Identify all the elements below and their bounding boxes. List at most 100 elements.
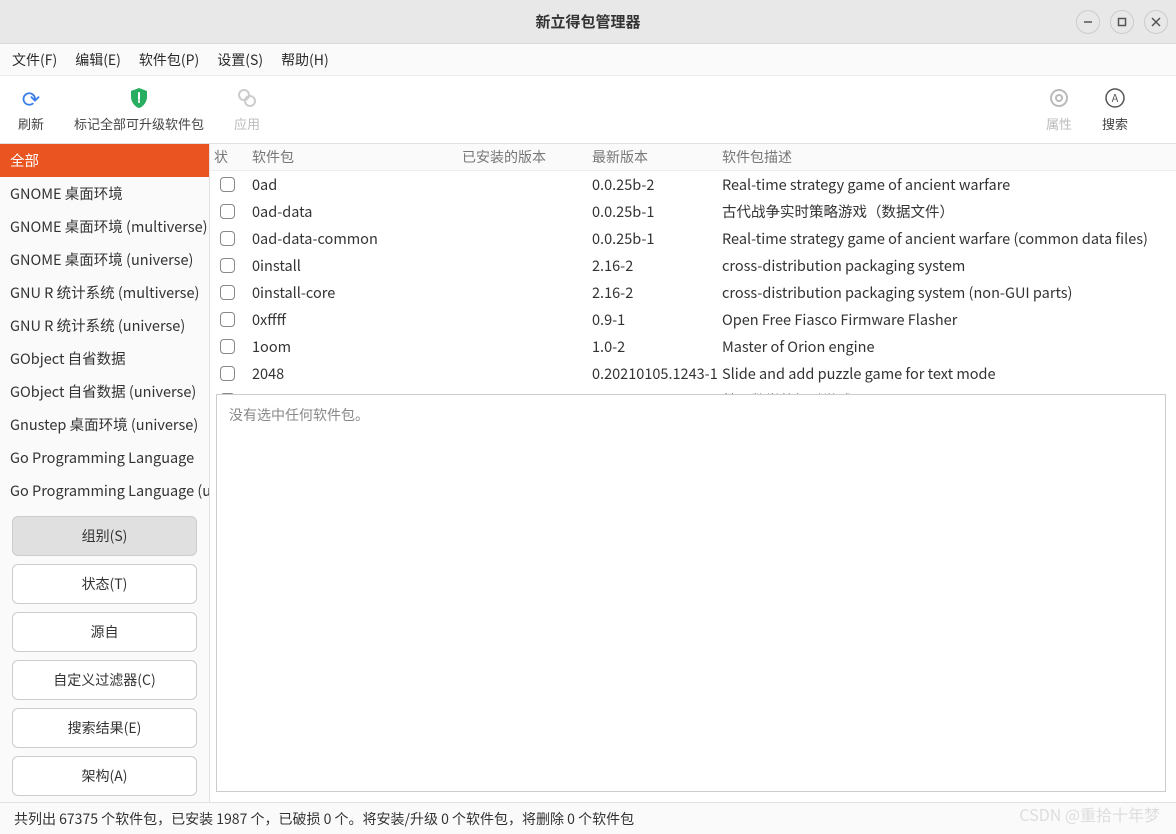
table-row[interactable]: 0xffff 0.9-1Open Free Fiasco Firmware Fla… (210, 306, 1176, 333)
apply-button: 应用 (234, 86, 260, 133)
category-item[interactable]: GNOME 桌面环境 (multiverse) (0, 210, 209, 243)
menu-help[interactable]: 帮助(H) (281, 50, 329, 70)
search-icon: A (1104, 86, 1126, 110)
status-checkbox[interactable] (220, 339, 235, 354)
menubar: 文件(F) 编辑(E) 软件包(P) 设置(S) 帮助(H) (0, 44, 1176, 76)
cell-package: 1oom (252, 336, 462, 357)
cell-latest: 0.20210105.1243-1 (592, 363, 722, 384)
table-body[interactable]: 0ad0.0.25b-2Real-time strategy game of a… (210, 171, 1176, 394)
category-item[interactable]: GNU R 统计系统 (universe) (0, 309, 209, 342)
category-item[interactable]: Gnustep 桌面环境 (universe) (0, 408, 209, 441)
table-row[interactable]: 0install 2.16-2cross-distribution packagi… (210, 252, 1176, 279)
table-row[interactable]: 0ad 0.0.25b-2Real-time strategy game of a… (210, 171, 1176, 198)
table-row[interactable]: 0ad-data0.0.25b-1古代战争实时策略游戏（数据文件） (210, 198, 1176, 225)
statusbar: 共列出 67375 个软件包，已安装 1987 个，已破损 0 个。将安装/升级… (0, 802, 1176, 834)
apply-label: 应用 (234, 114, 260, 133)
filter-results[interactable]: 搜索结果(E) (12, 708, 197, 748)
menu-edit[interactable]: 编辑(E) (75, 50, 121, 70)
cell-description: Open Free Fiasco Firmware Flasher (722, 309, 1172, 330)
status-checkbox[interactable] (220, 312, 235, 327)
table-row[interactable]: 2048 0.20210105.1243-1Slide and add puzzl… (210, 360, 1176, 387)
window-controls (1076, 10, 1168, 34)
search-label: 搜索 (1102, 114, 1128, 133)
gear-icon (1048, 86, 1070, 110)
status-checkbox[interactable] (220, 231, 235, 246)
status-checkbox[interactable] (220, 177, 235, 192)
category-list[interactable]: 全部GNOME 桌面环境GNOME 桌面环境 (multiverse)GNOME… (0, 144, 209, 516)
category-item[interactable]: GNOME 桌面环境 (0, 177, 209, 210)
table-header: 状 软件包 已安装的版本 最新版本 软件包描述 (210, 144, 1176, 171)
refresh-label: 刷新 (18, 114, 44, 133)
menu-file[interactable]: 文件(F) (12, 50, 57, 70)
category-item[interactable]: 全部 (0, 144, 209, 177)
detail-pane: 没有选中任何软件包。 (216, 394, 1166, 792)
cell-latest: 0.0.25b-2 (592, 174, 722, 195)
cell-latest: 2.16-2 (592, 255, 722, 276)
cell-package: 0ad (252, 174, 462, 195)
filter-arch[interactable]: 架构(A) (12, 756, 197, 796)
filter-status[interactable]: 状态(T) (12, 564, 197, 604)
mark-upgrades-button[interactable]: 标记全部可升级软件包 (74, 86, 204, 133)
filter-sections[interactable]: 组别(S) (12, 516, 197, 556)
filter-origin[interactable]: 源自 (12, 612, 197, 652)
filter-buttons: 组别(S) 状态(T) 源自 自定义过滤器(C) 搜索结果(E) 架构(A) (0, 516, 209, 802)
main-area: 全部GNOME 桌面环境GNOME 桌面环境 (multiverse)GNOME… (0, 144, 1176, 802)
cell-package: 2048 (252, 363, 462, 384)
properties-label: 属性 (1046, 114, 1072, 133)
status-text: 共列出 67375 个软件包，已安装 1987 个，已破损 0 个。将安装/升级… (14, 809, 634, 829)
table-row[interactable]: 0install-core2.16-2cross-distribution pa… (210, 279, 1176, 306)
cell-description: Master of Orion engine (722, 336, 1172, 357)
minimize-button[interactable] (1076, 10, 1100, 34)
col-installed[interactable]: 已安装的版本 (462, 147, 592, 167)
table-row[interactable]: 0ad-data-common 0.0.25b-1Real-time strate… (210, 225, 1176, 252)
close-button[interactable] (1144, 10, 1168, 34)
category-item[interactable]: GObject 自省数据 (0, 342, 209, 375)
category-item[interactable]: GNOME 桌面环境 (universe) (0, 243, 209, 276)
status-checkbox[interactable] (220, 366, 235, 381)
cell-latest: 2.16-2 (592, 282, 722, 303)
category-item[interactable]: Go Programming Language (0, 441, 209, 474)
cell-description: Real-time strategy game of ancient warfa… (722, 174, 1172, 195)
table-row[interactable]: 1oom 1.0-2Master of Orion engine (210, 333, 1176, 360)
cell-package: 0ad-data (252, 201, 462, 222)
category-item[interactable]: Go Programming Language (universe) (0, 474, 209, 507)
cell-latest: 1.0-2 (592, 336, 722, 357)
col-latest[interactable]: 最新版本 (592, 147, 722, 167)
category-item[interactable]: Haskell 程序设计语言 (universe) (0, 507, 209, 516)
cell-package: 0install (252, 255, 462, 276)
col-description[interactable]: 软件包描述 (722, 147, 1172, 167)
shield-icon (129, 86, 149, 110)
detail-empty: 没有选中任何软件包。 (229, 405, 369, 425)
cell-package: 0xffff (252, 309, 462, 330)
cell-description: cross-distribution packaging system (722, 255, 1172, 276)
properties-button: 属性 (1046, 86, 1072, 133)
cell-latest: 0.9-1 (592, 309, 722, 330)
svg-text:A: A (1112, 90, 1119, 106)
titlebar: 新立得包管理器 (0, 0, 1176, 44)
apply-icon (236, 86, 258, 110)
menu-settings[interactable]: 设置(S) (217, 50, 263, 70)
search-button[interactable]: A 搜索 (1102, 86, 1128, 133)
status-checkbox[interactable] (220, 285, 235, 300)
table-row[interactable]: 2048-qt0.1.6-2build1基于数学的解谜游戏 (210, 387, 1176, 394)
package-table: 状 软件包 已安装的版本 最新版本 软件包描述 0ad0.0.25b-2Real… (210, 144, 1176, 394)
cell-description: 古代战争实时策略游戏（数据文件） (722, 201, 1172, 222)
menu-package[interactable]: 软件包(P) (139, 50, 199, 70)
category-item[interactable]: GObject 自省数据 (universe) (0, 375, 209, 408)
maximize-button[interactable] (1110, 10, 1134, 34)
toolbar: ⟳ 刷新 标记全部可升级软件包 应用 属性 A 搜索 (0, 76, 1176, 144)
cell-package: 0ad-data-common (252, 228, 462, 249)
filter-custom[interactable]: 自定义过滤器(C) (12, 660, 197, 700)
cell-description: Slide and add puzzle game for text mode (722, 363, 1172, 384)
status-checkbox[interactable] (220, 204, 235, 219)
col-status[interactable]: 状 (214, 147, 252, 167)
refresh-button[interactable]: ⟳ 刷新 (18, 86, 44, 133)
mark-upgrades-label: 标记全部可升级软件包 (74, 114, 204, 133)
category-item[interactable]: GNU R 统计系统 (multiverse) (0, 276, 209, 309)
content-pane: 状 软件包 已安装的版本 最新版本 软件包描述 0ad0.0.25b-2Real… (210, 144, 1176, 802)
col-package[interactable]: 软件包 (252, 147, 462, 167)
cell-description: Real-time strategy game of ancient warfa… (722, 228, 1172, 249)
status-checkbox[interactable] (220, 258, 235, 273)
cell-latest: 0.0.25b-1 (592, 228, 722, 249)
sidebar: 全部GNOME 桌面环境GNOME 桌面环境 (multiverse)GNOME… (0, 144, 210, 802)
